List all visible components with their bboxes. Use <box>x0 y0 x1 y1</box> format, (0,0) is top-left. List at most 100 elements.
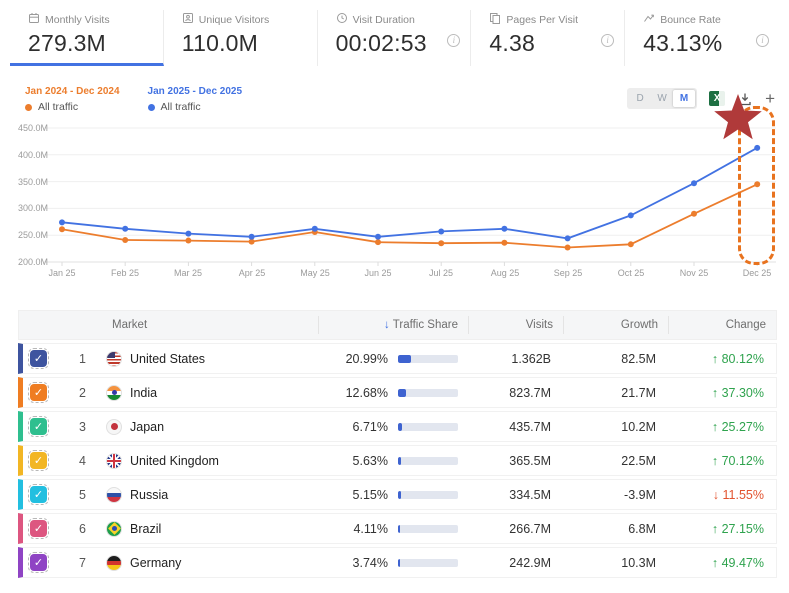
x-axis-label: Dec 25 <box>742 268 772 278</box>
metric-label: Unique Visitors <box>198 13 270 26</box>
legend-date-range: Jan 2025 - Dec 2025 <box>147 86 243 97</box>
header-visits[interactable]: Visits <box>468 316 563 334</box>
row-checkbox[interactable]: ✓ <box>28 552 49 573</box>
change-arrow-icon: ↑ <box>711 385 719 400</box>
change-value: ↑ 70.12% <box>711 453 764 468</box>
growth-value: -3.9M <box>624 487 656 502</box>
flag-russia-icon <box>106 486 122 503</box>
x-axis-label: Jun 25 <box>364 268 392 278</box>
traffic-share-bar <box>398 524 458 533</box>
add-compare-button[interactable]: + <box>765 90 775 107</box>
y-axis-label: 250.0M <box>17 230 48 240</box>
change-arrow-icon: ↑ <box>711 521 719 536</box>
traffic-share-value: 5.15% <box>352 487 388 502</box>
granularity-month-button[interactable]: M <box>673 90 696 107</box>
header-growth[interactable]: Growth <box>563 316 668 334</box>
traffic-share-bar <box>398 388 458 397</box>
table-row[interactable]: ✓ 7 Germany 3.74% 242.9M 10.3M ↑ 49.47% <box>18 547 777 578</box>
markets-table: Market ↓ Traffic Share Visits Growth Chan… <box>18 310 777 578</box>
row-checkbox[interactable]: ✓ <box>28 382 49 403</box>
change-value: ↑ 25.27% <box>711 419 764 434</box>
bounce-icon <box>643 12 655 27</box>
pages-icon <box>489 12 501 27</box>
x-axis-label: Oct 25 <box>617 268 645 278</box>
granularity-day-button[interactable]: D <box>629 90 651 107</box>
table-row[interactable]: ✓ 5 Russia 5.15% 334.5M -3.9M ↓ 11.55% <box>18 479 777 510</box>
row-rank: 2 <box>79 385 86 400</box>
traffic-share-bar <box>398 422 458 431</box>
flag-united-states-icon <box>106 350 122 367</box>
granularity-week-button[interactable]: W <box>651 90 673 107</box>
row-checkbox[interactable]: ✓ <box>28 518 49 539</box>
row-checkbox[interactable]: ✓ <box>28 484 49 505</box>
change-arrow-icon: ↑ <box>711 351 719 366</box>
traffic-share-value: 5.63% <box>352 453 388 468</box>
legend-series-label: All traffic <box>160 101 201 113</box>
check-icon: ✓ <box>33 455 44 467</box>
info-icon[interactable]: i <box>756 34 769 47</box>
change-arrow-icon: ↑ <box>711 453 719 468</box>
clock-icon <box>336 12 348 27</box>
star-annotation-icon <box>714 94 762 140</box>
traffic-share-value: 20.99% <box>345 351 388 366</box>
change-value: ↑ 80.12% <box>711 351 764 366</box>
metric-bounce-rate[interactable]: Bounce Rate 43.13% i <box>625 10 779 66</box>
metric-value: 279.3M <box>28 30 106 56</box>
table-row[interactable]: ✓ 6 Brazil 4.11% 266.7M 6.8M ↑ 27.15% <box>18 513 777 544</box>
series-dot-icon <box>147 103 155 111</box>
header-change[interactable]: Change <box>668 316 776 334</box>
x-axis-label: Aug 25 <box>490 268 520 278</box>
row-rank: 4 <box>79 453 86 468</box>
change-value: ↓ 11.55% <box>712 487 764 502</box>
x-axis-label: Jan 25 <box>48 268 76 278</box>
legend-item-2024[interactable]: Jan 2024 - Dec 2024 All traffic <box>25 86 120 113</box>
traffic-share-bar <box>398 558 458 567</box>
metric-unique-visitors[interactable]: Unique Visitors 110.0M <box>164 10 318 66</box>
check-icon: ✓ <box>33 353 44 365</box>
table-row[interactable]: ✓ 3 Japan 6.71% 435.7M 10.2M ↑ 25.27% <box>18 411 777 442</box>
legend-item-2025[interactable]: Jan 2025 - Dec 2025 All traffic <box>147 86 243 113</box>
table-row[interactable]: ✓ 4 United Kingdom 5.63% 365.5M 22.5M ↑ … <box>18 445 777 476</box>
y-axis-label: 400.0M <box>17 150 48 160</box>
metric-monthly-visits[interactable]: Monthly Visits 279.3M <box>10 10 164 66</box>
chart-legend: Jan 2024 - Dec 2024 All traffic Jan 2025… <box>25 86 242 113</box>
flag-india-icon <box>106 384 122 401</box>
row-rank: 6 <box>79 521 86 536</box>
line-chart[interactable] <box>0 115 789 275</box>
row-checkbox[interactable]: ✓ <box>28 450 49 471</box>
x-axis-label: May 25 <box>300 268 330 278</box>
header-market[interactable]: Market <box>102 319 318 331</box>
legend-date-range: Jan 2024 - Dec 2024 <box>25 86 120 97</box>
metric-pages-per-visit[interactable]: Pages Per Visit 4.38 i <box>471 10 626 66</box>
visits-value: 242.9M <box>509 555 551 570</box>
plot-area: 450.0M 400.0M 350.0M 300.0M 250.0M 200.0… <box>0 94 789 290</box>
metric-visit-duration[interactable]: Visit Duration 00:02:53 i <box>318 10 472 66</box>
growth-value: 22.5M <box>621 453 656 468</box>
header-traffic-share[interactable]: ↓ Traffic Share <box>318 316 468 334</box>
row-checkbox[interactable]: ✓ <box>28 348 49 369</box>
x-axis-label: Feb 25 <box>110 268 140 278</box>
metric-value: 4.38 <box>489 30 535 56</box>
person-icon <box>182 12 194 27</box>
metric-label: Visit Duration <box>352 13 415 26</box>
visits-value: 435.7M <box>509 419 551 434</box>
traffic-share-bar <box>398 490 458 499</box>
granularity-switch: D W M <box>627 88 698 109</box>
visits-value: 823.7M <box>509 385 551 400</box>
y-axis-label: 300.0M <box>17 203 48 213</box>
row-checkbox[interactable]: ✓ <box>28 416 49 437</box>
change-arrow-icon: ↑ <box>711 419 719 434</box>
check-icon: ✓ <box>33 523 44 535</box>
change-value: ↑ 27.15% <box>711 521 764 536</box>
traffic-share-bar <box>398 456 458 465</box>
table-row[interactable]: ✓ 1 United States 20.99% 1.362B 82.5M ↑ … <box>18 343 777 374</box>
traffic-share-value: 4.11% <box>353 521 388 536</box>
row-rank: 7 <box>79 555 86 570</box>
country-name: United Kingdom <box>130 453 219 468</box>
visits-value: 1.362B <box>511 351 551 366</box>
check-icon: ✓ <box>33 557 44 569</box>
calendar-icon <box>28 12 40 27</box>
table-row[interactable]: ✓ 2 India 12.68% 823.7M 21.7M ↑ 37.30% <box>18 377 777 408</box>
metric-value: 00:02:53 <box>335 30 427 56</box>
country-name: Russia <box>130 487 169 502</box>
